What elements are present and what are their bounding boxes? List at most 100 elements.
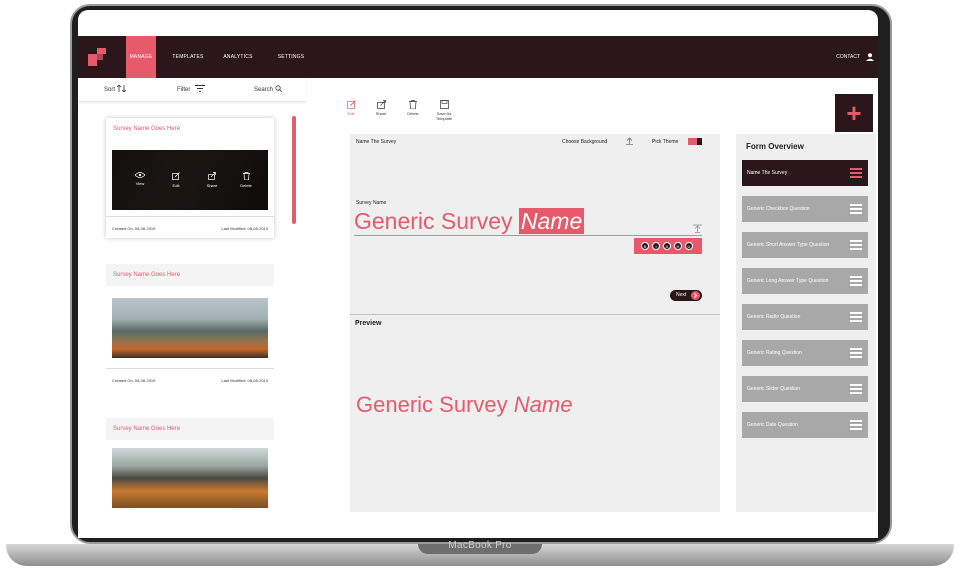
nav-templates[interactable]: TEMPLATES [170,36,206,78]
overview-item-checkbox[interactable]: Generic Checkbox Question [742,196,868,222]
survey-name-text: Generic Survey [354,208,513,234]
delete-label: Delete [240,183,252,188]
chevron-right-icon [691,291,700,300]
drag-handle-icon[interactable] [850,348,862,358]
modified-date: Last Modified: 08-08-2019 [221,378,268,383]
drag-handle-icon[interactable] [850,168,862,178]
form-overview-title: Form Overview [746,142,804,151]
form-overview-panel: Form Overview Name The Survey Generic Ch… [736,134,876,512]
created-date: Created On: 08-08-2019 [112,226,156,231]
format-toolbar: B I A H U [634,238,702,254]
search-button[interactable]: Search [254,85,282,93]
editor-delete-label: Delete [407,111,419,116]
preview-title-name: Name [513,392,573,417]
drag-handle-icon[interactable] [850,312,862,322]
drag-handle-icon[interactable] [850,240,862,250]
filter-label: Filter [177,87,191,93]
editor-share-button[interactable]: Share [370,100,392,116]
list-scrollbar[interactable] [292,116,296,224]
survey-card-image [112,448,268,508]
sort-label: Sort [104,87,116,93]
overview-item-label: Generic Radio Question [747,314,801,320]
overview-item-label: Generic Rating Question [747,350,802,356]
next-button[interactable]: Next [670,290,702,301]
nav-settings[interactable]: SETTINGS [274,36,308,78]
preview-title-text: Generic Survey [356,392,508,417]
trash-icon [242,172,250,180]
share-action[interactable]: Share [202,172,222,188]
survey-editor: Name The Survey Choose Background Pick T… [350,134,720,512]
text-color-button[interactable]: A [663,242,671,250]
overview-item-label: Generic Date Question [747,422,798,428]
drag-handle-icon[interactable] [850,204,862,214]
name-the-survey-label: Name The Survey [356,139,397,145]
editor-edit-button[interactable]: Edit [340,100,362,116]
nav-manage[interactable]: MANAGE [126,36,156,78]
edit-icon [346,100,356,109]
view-action[interactable]: View [130,172,150,186]
delete-action[interactable]: Delete [236,172,256,188]
trash-icon [409,100,417,109]
nav-contact[interactable]: CONTACT [836,36,860,78]
overview-item-long-answer[interactable]: Generic Long Answer Type Question [742,268,868,294]
nav-analytics[interactable]: ANALYTICS [220,36,256,78]
overview-item-name-the-survey[interactable]: Name The Survey [742,160,868,186]
share-label: Share [206,183,218,188]
overview-item-label: Generic Long Answer Type Question [747,278,829,284]
next-label: Next [676,292,687,298]
overview-item-label: Generic Checkbox Question [747,206,810,212]
upload-icon[interactable] [626,137,633,145]
survey-name-selection: Name [518,208,585,234]
choose-background-button[interactable]: Choose Background [562,139,607,145]
created-date: Created On: 08-08-2019 [112,378,156,383]
bold-button[interactable]: B [641,242,649,250]
underline-button[interactable]: U [685,242,693,250]
edit-icon [172,172,180,180]
overview-item-short-answer[interactable]: Generic Short Answer Type Question [742,232,868,258]
survey-card-footer: Created On: 08-08-2019 Last Modified: 08… [106,216,274,238]
preview-divider [350,314,720,315]
collapse-icon[interactable] [693,224,702,233]
overview-item-label: Name The Survey [747,170,788,176]
view-label: View [135,181,145,186]
survey-name-underline [354,235,702,236]
editor-delete-button[interactable]: Delete [402,100,424,116]
drag-handle-icon[interactable] [850,420,862,430]
survey-name-label: Survey Name [356,200,387,206]
overview-item-rating[interactable]: Generic Rating Question [742,340,868,366]
user-icon[interactable] [866,53,874,61]
modified-date: Last Modified: 08-08-2019 [221,226,268,231]
save-template-button[interactable]: Save As Template [432,100,456,121]
top-nav: MANAGE TEMPLATES ANALYTICS SETTINGS CONT… [78,36,878,78]
overview-item-radio[interactable]: Generic Radio Question [742,304,868,330]
editor-share-label: Share [375,111,387,116]
survey-card[interactable]: Survey Name Goes Here Created On: 08-08-… [106,264,274,390]
screen-bottom-bezel [78,512,878,538]
edit-action[interactable]: Edit [166,172,186,188]
drag-handle-icon[interactable] [850,384,862,394]
filter-icon [195,85,206,92]
drag-handle-icon[interactable] [850,276,862,286]
editor-header: Name The Survey Choose Background Pick T… [350,134,720,148]
overview-item-date[interactable]: Generic Date Question [742,412,868,438]
survey-card-title: Survey Name Goes Here [106,418,274,440]
preview-title: Generic Survey Name [356,392,572,418]
share-icon [208,172,216,180]
survey-card[interactable]: Survey Name Goes Here [106,418,274,512]
app-screen: MANAGE TEMPLATES ANALYTICS SETTINGS CONT… [78,36,878,512]
sort-button[interactable]: Sort [104,84,126,93]
survey-name-input[interactable]: Generic Survey Name [354,208,585,235]
overview-item-slider[interactable]: Generic Slider Question [742,376,868,402]
survey-card-title: Survey Name Goes Here [106,118,274,140]
survey-card[interactable]: Survey Name Goes Here View Edit Share De… [106,118,274,238]
survey-card-footer: Created On: 08-08-2019 Last Modified: 08… [106,368,274,390]
logo-icon[interactable] [88,48,106,66]
add-question-button[interactable]: + [835,94,873,132]
survey-card-title: Survey Name Goes Here [106,264,274,286]
filter-button[interactable]: Filter [177,85,206,93]
overview-item-label: Generic Slider Question [747,386,801,392]
heading-button[interactable]: H [674,242,682,250]
theme-swatch[interactable] [688,138,702,145]
card-action-overlay: View Edit Share Delete [112,150,268,210]
italic-button[interactable]: I [652,242,660,250]
